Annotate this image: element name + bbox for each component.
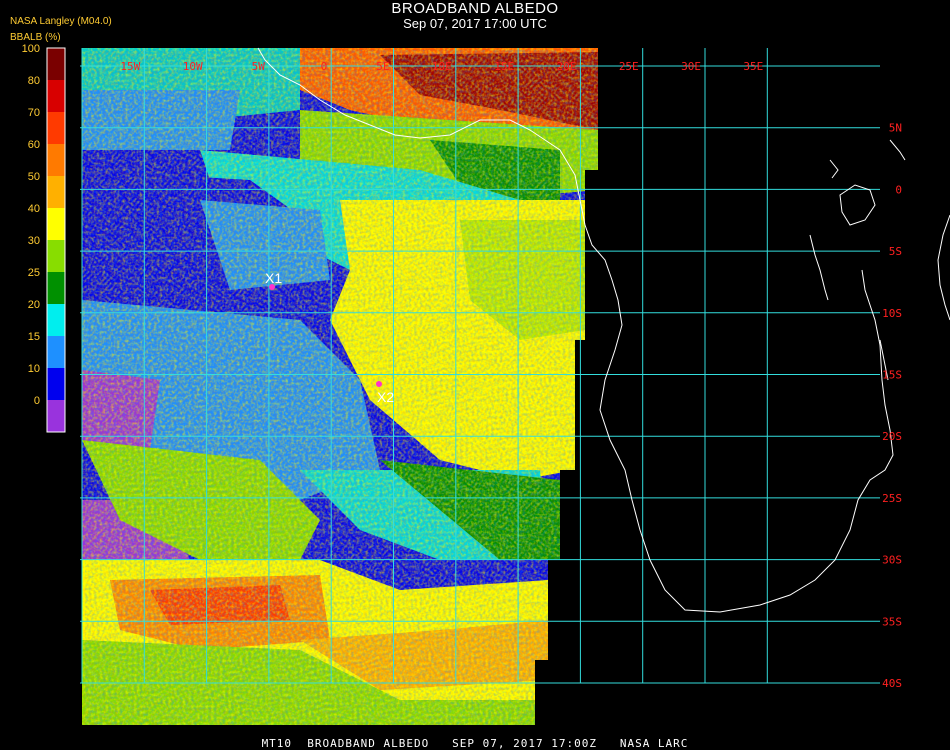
colorbar-level-label: 15 <box>28 331 40 343</box>
longitude-label: 15E <box>494 60 514 73</box>
map-timestamp: Sep 07, 2017 17:00 UTC <box>403 16 547 31</box>
colorbar-level-label: 70 <box>28 107 40 119</box>
longitude-label: 25E <box>619 60 639 73</box>
colorbar-segment <box>47 144 65 176</box>
latitude-label: 20S <box>882 430 902 443</box>
marker-x1-label: X1 <box>265 270 282 286</box>
colorbar-level-label: 20 <box>28 299 40 311</box>
longitude-label: 5W <box>252 60 266 73</box>
longitude-label: 0 <box>321 60 328 73</box>
colorbar-segment <box>47 400 65 432</box>
colorbar-level-label: 30 <box>28 235 40 247</box>
colorbar-level-label: 10 <box>28 363 40 375</box>
colorbar-segment <box>47 112 65 144</box>
colorbar-segment <box>47 80 65 112</box>
colorbar: 100807060504030252015100 <box>22 43 66 433</box>
longitude-label: 30E <box>681 60 701 73</box>
latitude-label: 5S <box>889 245 902 258</box>
colorbar-segment <box>47 176 65 208</box>
latitude-label: 40S <box>882 677 902 690</box>
colorbar-segment <box>47 336 65 368</box>
colorbar-level-label: 80 <box>28 75 40 87</box>
longitude-label: 20E <box>557 60 577 73</box>
colorbar-segment <box>47 240 65 272</box>
latitude-label: 10S <box>882 307 902 320</box>
longitude-label: 15W <box>120 60 140 73</box>
colorbar-level-label: 40 <box>28 203 40 215</box>
longitude-label: 10E <box>432 60 452 73</box>
east-coast <box>937 214 950 321</box>
colorbar-level-label: 60 <box>28 139 40 151</box>
lake-fragment-ne <box>889 139 906 161</box>
colorbar-segment <box>47 272 65 304</box>
colorbar-segment <box>47 368 65 400</box>
latitude-label: 30S <box>882 554 902 567</box>
marker-x2-label: X2 <box>377 389 394 405</box>
organization-label: NASA Langley (M04.0) <box>10 16 112 27</box>
marker-x2-dot <box>376 381 382 387</box>
colorbar-level-label: 0 <box>34 395 40 407</box>
colorbar-segment <box>47 48 65 80</box>
albedo-image <box>82 48 598 725</box>
colorbar-title: BBALB (%) <box>10 32 61 43</box>
colorbar-level-label: 100 <box>22 43 40 55</box>
map-title: BROADBAND ALBEDO <box>391 0 559 17</box>
albedo-map: 100807060504030252015100 15W 10W 5W 0 5E 10E 1… <box>22 43 950 725</box>
colorbar-level-label: 25 <box>28 267 40 279</box>
longitude-label: 10W <box>183 60 203 73</box>
latitude-label: 35S <box>882 615 902 628</box>
longitude-label: 35E <box>743 60 763 73</box>
colorbar-level-label: 50 <box>28 171 40 183</box>
colorbar-segment <box>47 208 65 240</box>
lake-fragment-north <box>829 159 839 179</box>
latitude-label: 25S <box>882 492 902 505</box>
lake-victoria <box>839 184 876 226</box>
latitude-label: 15S <box>882 369 902 382</box>
colorbar-segment <box>47 304 65 336</box>
latitude-label: 0 <box>895 183 902 196</box>
lake-tanganyika <box>809 234 829 301</box>
latitude-label: 5N <box>889 122 902 135</box>
longitude-label: 5E <box>376 60 389 73</box>
footer-caption: MT10 BROADBAND ALBEDO SEP 07, 2017 17:00… <box>261 737 689 750</box>
